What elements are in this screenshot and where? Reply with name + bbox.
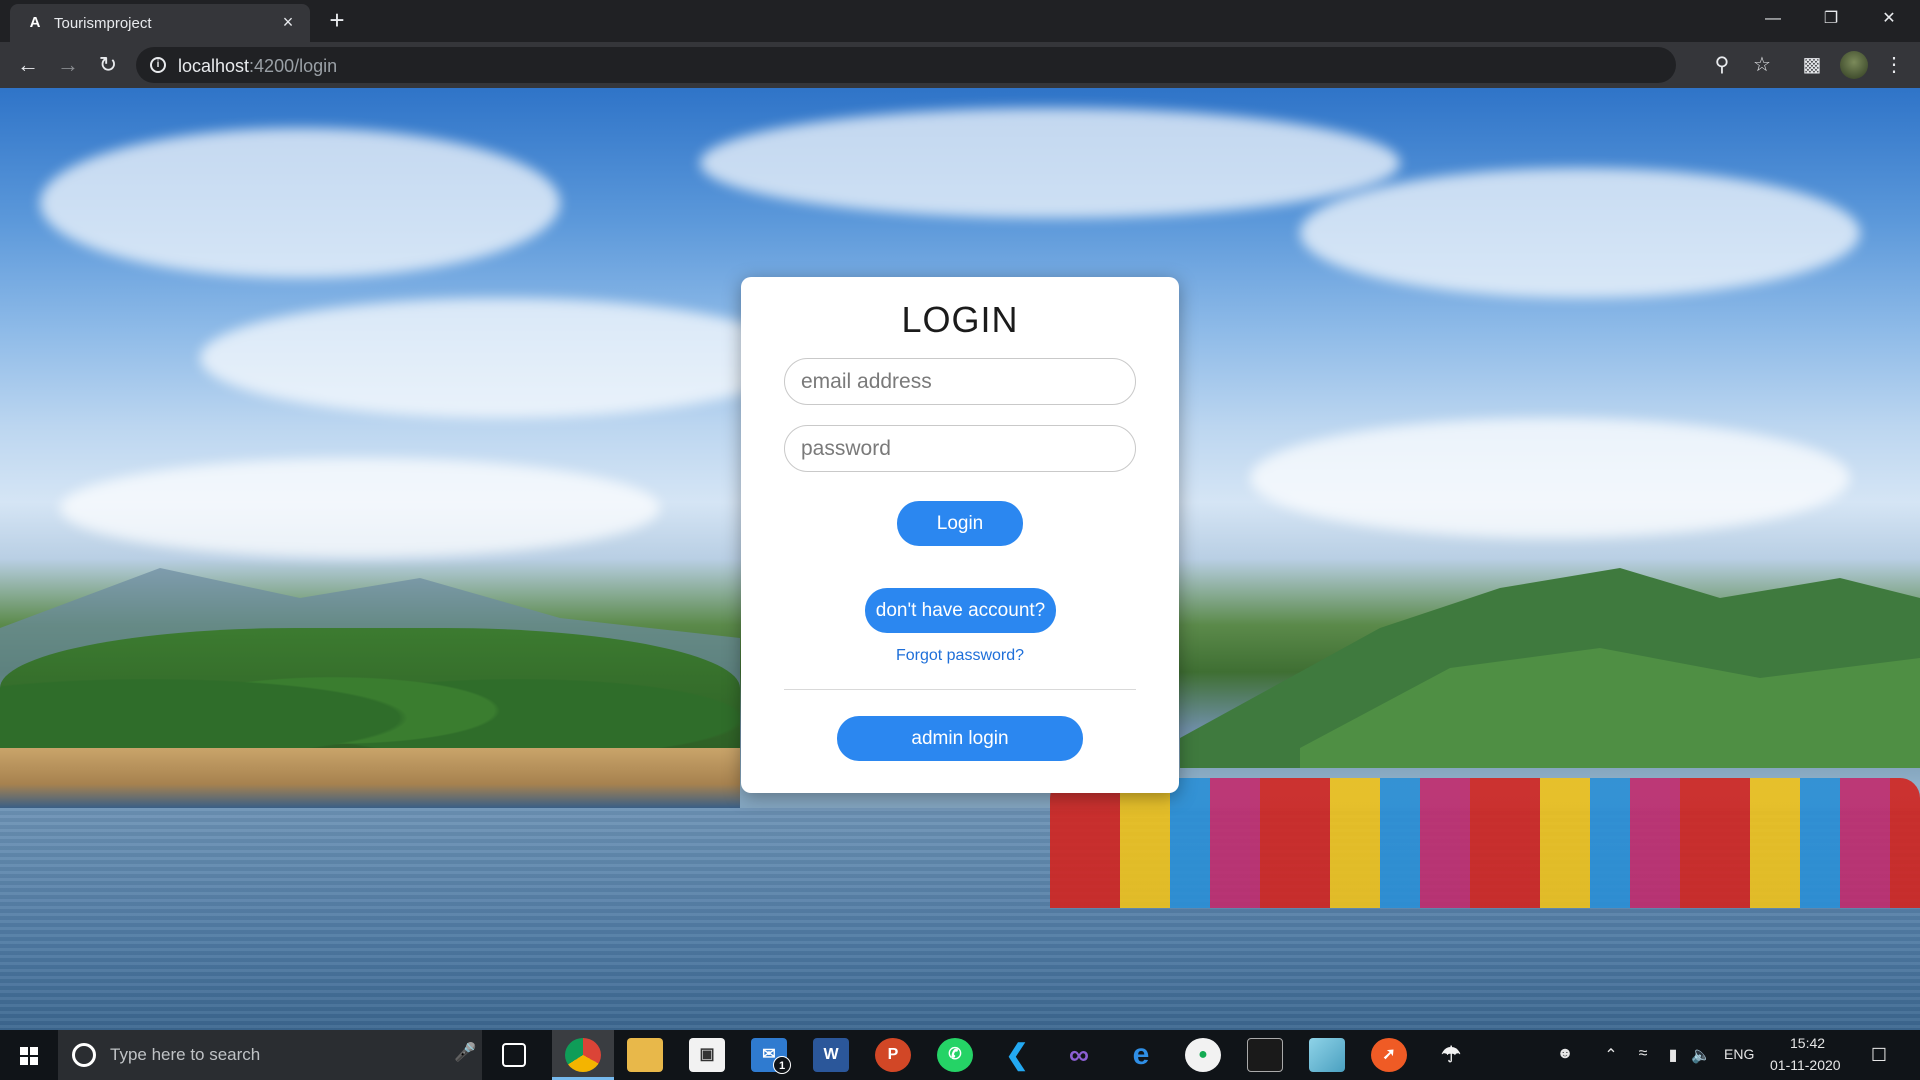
shikara-boats bbox=[1050, 778, 1920, 908]
clock-date[interactable]: 01-11-2020 bbox=[1770, 1057, 1841, 1073]
minimize-icon[interactable]: — bbox=[1744, 0, 1802, 38]
start-button[interactable] bbox=[0, 1030, 58, 1080]
reload-icon[interactable]: ↻ bbox=[94, 51, 122, 79]
close-window-icon[interactable]: ✕ bbox=[1860, 0, 1918, 38]
cloud bbox=[200, 298, 800, 418]
microphone-icon[interactable]: 🎤 bbox=[454, 1042, 476, 1066]
mail-badge: 1 bbox=[773, 1056, 791, 1074]
address-bar[interactable]: i localhost:4200/login bbox=[136, 47, 1676, 83]
clock-time[interactable]: 15:42 bbox=[1790, 1035, 1825, 1051]
cloud bbox=[700, 108, 1400, 218]
tab-title: Tourismproject bbox=[54, 15, 152, 32]
mongodb-compass-icon[interactable]: ● bbox=[1185, 1038, 1221, 1072]
angular-favicon-icon: A bbox=[29, 14, 41, 31]
new-tab-button[interactable]: + bbox=[324, 7, 350, 34]
vscode-icon[interactable]: ❮ bbox=[999, 1038, 1035, 1072]
url-host: localhost bbox=[178, 56, 250, 76]
powerpoint-icon[interactable]: P bbox=[875, 1038, 911, 1072]
restore-icon[interactable]: ❐ bbox=[1802, 0, 1860, 38]
divider bbox=[784, 689, 1136, 690]
page-title: LOGIN bbox=[901, 299, 1019, 340]
key-icon[interactable]: ⚲ bbox=[1708, 51, 1736, 79]
url-text[interactable]: localhost:4200/login bbox=[178, 56, 337, 77]
task-view-icon[interactable] bbox=[502, 1043, 526, 1067]
wifi-icon[interactable]: ≈ bbox=[1632, 1045, 1654, 1063]
menu-icon[interactable]: ⋮ bbox=[1880, 51, 1908, 79]
cortana-icon[interactable] bbox=[72, 1043, 96, 1067]
signup-button[interactable]: don't have account? bbox=[865, 588, 1056, 633]
terminal-icon[interactable] bbox=[1247, 1038, 1283, 1072]
notification-icon[interactable]: ☐ bbox=[1868, 1045, 1890, 1066]
postman-icon[interactable]: ➚ bbox=[1371, 1038, 1407, 1072]
app-icon[interactable] bbox=[1309, 1038, 1345, 1072]
chevron-up-icon[interactable]: ⌃ bbox=[1600, 1045, 1622, 1065]
browser-toolbar: ← → ↻ i localhost:4200/login ⚲ ☆ ▩ ⋮ bbox=[0, 42, 1920, 88]
browser-tab[interactable]: A Tourismproject × bbox=[10, 4, 310, 42]
people-icon[interactable]: ☻ bbox=[1554, 1045, 1576, 1063]
login-button[interactable]: Login bbox=[897, 501, 1023, 546]
windows-icon bbox=[20, 1047, 38, 1065]
url-path: :4200/login bbox=[249, 56, 338, 76]
battery-icon[interactable]: ▮ bbox=[1662, 1045, 1684, 1065]
avatar[interactable] bbox=[1840, 51, 1868, 79]
extensions-icon[interactable]: ▩ bbox=[1798, 51, 1826, 79]
back-icon[interactable]: ← bbox=[14, 51, 42, 79]
cloud bbox=[1300, 168, 1860, 298]
admin-login-button[interactable]: admin login bbox=[837, 716, 1083, 761]
app-icon-2[interactable]: ☂ bbox=[1433, 1038, 1469, 1072]
visual-studio-icon[interactable]: ∞ bbox=[1061, 1038, 1097, 1072]
file-explorer-icon[interactable] bbox=[627, 1038, 663, 1072]
forgot-password-link[interactable]: Forgot password? bbox=[741, 647, 1179, 665]
volume-icon[interactable]: 🔈 bbox=[1690, 1045, 1712, 1065]
close-tab-icon[interactable]: × bbox=[278, 12, 298, 32]
tab-strip: A Tourismproject × + — ❐ ✕ bbox=[0, 0, 1920, 42]
email-field[interactable] bbox=[784, 358, 1136, 405]
chrome-icon[interactable] bbox=[565, 1038, 601, 1072]
taskbar: Type here to search 🎤 ▣ ✉ 1 W P ✆ ❮ ∞ e … bbox=[0, 1030, 1920, 1080]
store-icon[interactable]: ▣ bbox=[689, 1038, 725, 1072]
cloud bbox=[40, 128, 560, 278]
forward-icon[interactable]: → bbox=[54, 51, 82, 79]
star-icon[interactable]: ☆ bbox=[1748, 51, 1776, 79]
language-indicator[interactable]: ENG bbox=[1724, 1046, 1754, 1062]
word-icon[interactable]: W bbox=[813, 1038, 849, 1072]
search-placeholder: Type here to search bbox=[110, 1045, 261, 1064]
login-card: LOGIN Login don't have account? Forgot p… bbox=[741, 277, 1179, 793]
whatsapp-icon[interactable]: ✆ bbox=[937, 1038, 973, 1072]
houseboats bbox=[0, 748, 740, 808]
password-field[interactable] bbox=[784, 425, 1136, 472]
edge-icon[interactable]: e bbox=[1123, 1038, 1159, 1072]
info-icon[interactable]: i bbox=[150, 57, 166, 73]
taskbar-search[interactable]: Type here to search 🎤 bbox=[58, 1030, 482, 1080]
